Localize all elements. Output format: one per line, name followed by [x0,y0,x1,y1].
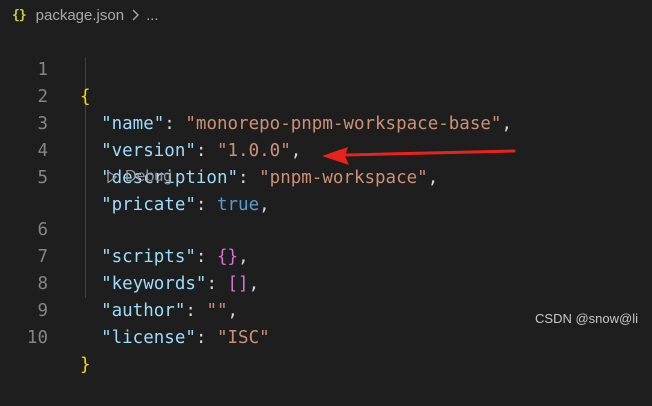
watermark: CSDN @snow@li [535,311,638,326]
close-brace: } [80,355,91,375]
annotation-arrow [322,147,516,165]
